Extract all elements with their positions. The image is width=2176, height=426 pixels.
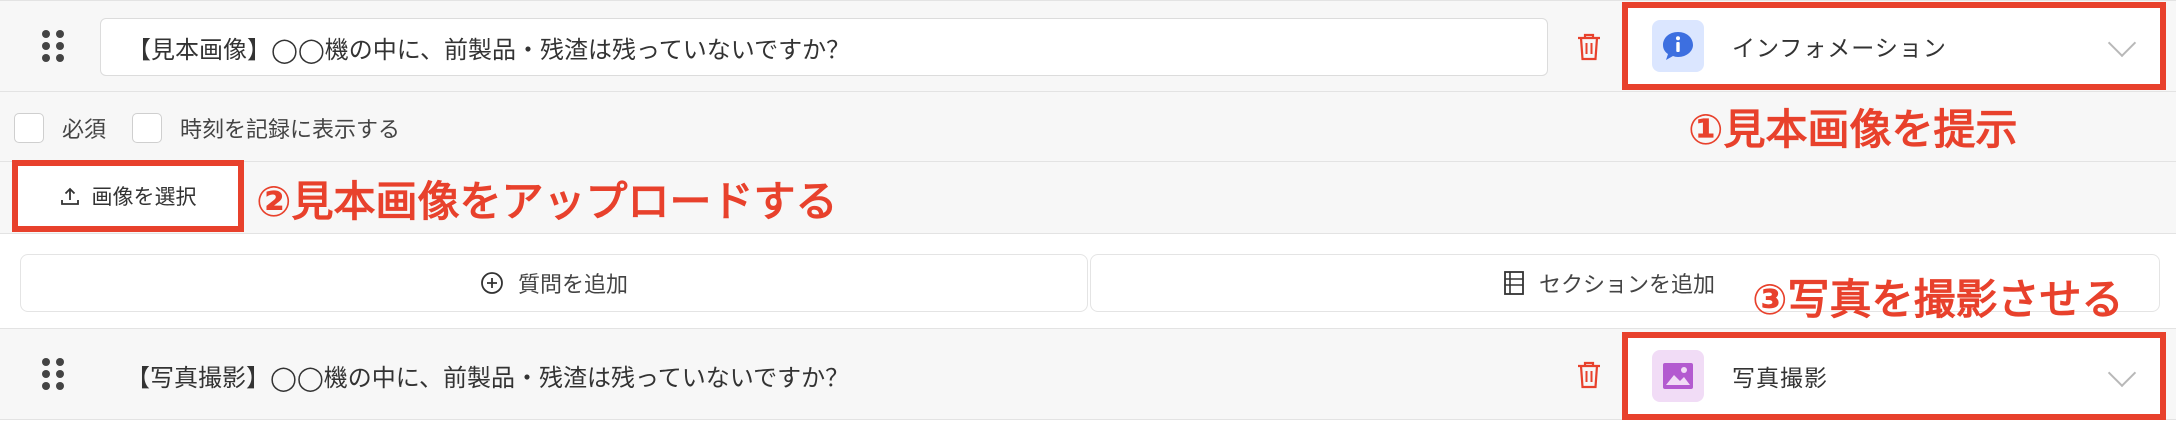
add-section-label: セクションを追加: [1539, 273, 1716, 298]
timestamp-label: 時刻を記録に表示する: [180, 118, 401, 143]
checkbox-box[interactable]: [132, 113, 162, 143]
annotation-1: ①見本画像を提示: [1688, 105, 2018, 154]
info-chat-icon: [1652, 20, 1704, 72]
question-2-type-select[interactable]: 写真撮影: [1622, 332, 2166, 420]
image-icon: [1652, 350, 1704, 402]
add-question-button[interactable]: 質問を追加: [20, 254, 1088, 312]
drag-handle-icon[interactable]: [42, 30, 66, 64]
section-list-icon: [1504, 271, 1524, 295]
question-1-type-select[interactable]: インフォメーション: [1622, 2, 2166, 90]
upload-icon: [60, 187, 79, 205]
chevron-down-icon: [2107, 358, 2137, 388]
plus-circle-icon: [481, 272, 503, 294]
annotation-2: ②見本画像をアップロードする: [256, 177, 838, 226]
question-1-type-label: インフォメーション: [1732, 36, 1947, 62]
question-1-text-input[interactable]: 【見本画像】◯◯機の中に、前製品・残渣は残っていないですか？: [100, 18, 1548, 76]
drag-handle-icon[interactable]: [42, 358, 66, 392]
annotation-3: ③写真を撮影させる: [1752, 275, 2124, 324]
question-2-text-input[interactable]: 【写真撮影】◯◯機の中に、前製品・残渣は残っていないですか？: [126, 346, 1526, 404]
trash-icon[interactable]: [1576, 360, 1602, 390]
trash-icon[interactable]: [1576, 32, 1602, 62]
required-label: 必須: [62, 118, 107, 143]
chevron-down-icon: [2107, 28, 2137, 58]
add-question-label: 質問を追加: [517, 273, 628, 298]
select-image-label: 画像を選択: [91, 185, 197, 209]
question-1-text: 【見本画像】◯◯機の中に、前製品・残渣は残っていないですか？: [127, 35, 851, 64]
question-2-text: 【写真撮影】◯◯機の中に、前製品・残渣は残っていないですか？: [126, 363, 850, 392]
select-image-button[interactable]: 画像を選択: [12, 160, 244, 232]
timestamp-checkbox[interactable]: 時刻を記録に表示する: [132, 112, 400, 144]
checkbox-box[interactable]: [14, 113, 44, 143]
question-2-type-label: 写真撮影: [1732, 366, 1828, 392]
required-checkbox[interactable]: 必須: [14, 112, 106, 144]
